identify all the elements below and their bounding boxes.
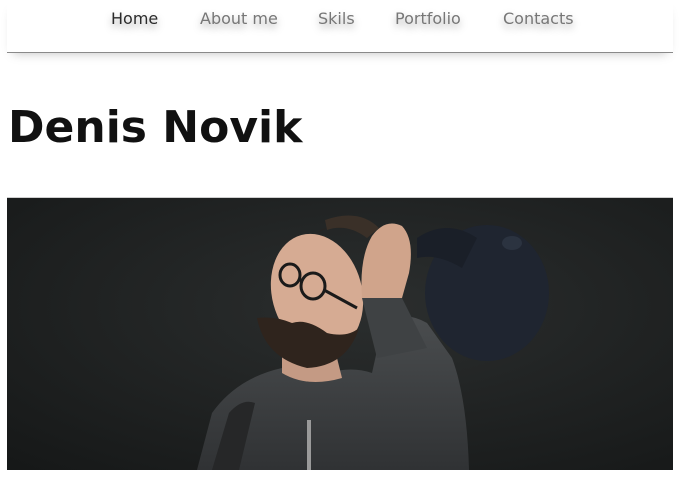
nav-home-link[interactable]: Home <box>111 9 158 29</box>
nav-portfolio-link[interactable]: Portfolio <box>395 9 461 29</box>
top-navigation: Home About me Skils Portfolio Contacts <box>7 0 673 53</box>
nav-about-link[interactable]: About me <box>200 9 278 29</box>
page-title: Denis Novik <box>8 102 303 153</box>
nav-skils-link[interactable]: Skils <box>318 9 355 29</box>
page: Home About me Skils Portfolio Contacts D… <box>0 0 685 494</box>
nav-contacts-link[interactable]: Contacts <box>503 9 574 29</box>
hero-photo <box>7 197 673 470</box>
portrait-photo-icon <box>7 198 673 470</box>
